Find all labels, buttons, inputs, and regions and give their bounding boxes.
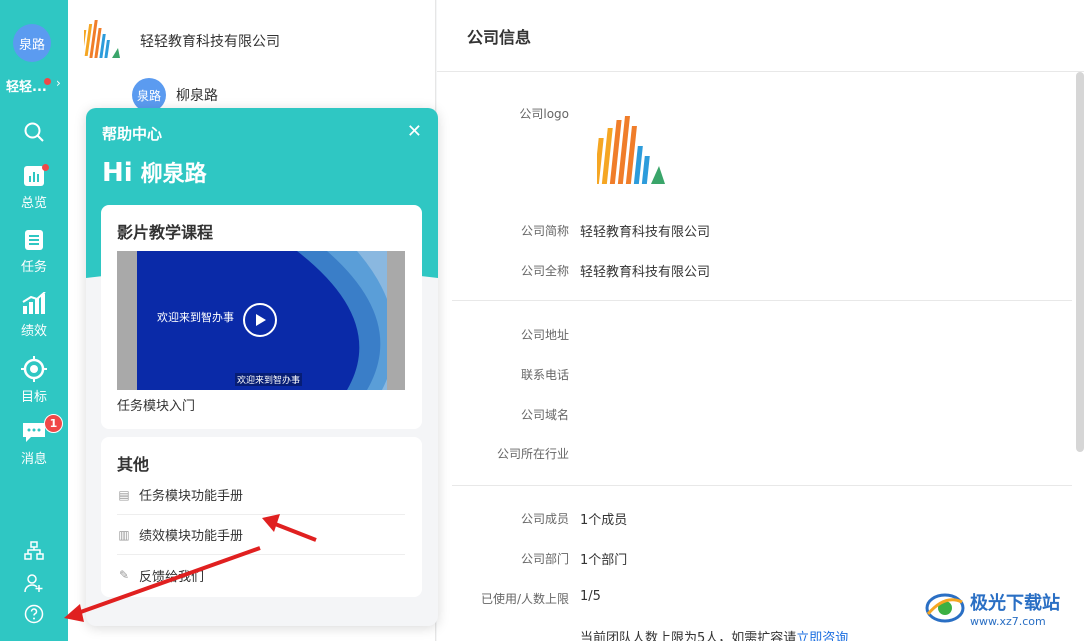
other-item-feedback[interactable]: ✎ 反馈给我们 xyxy=(117,555,405,595)
sidebar-item-label: 任务 xyxy=(20,260,47,275)
target-icon xyxy=(21,356,47,382)
other-item-label: 反馈给我们 xyxy=(139,569,205,585)
other-item-task-manual[interactable]: ▤ 任务模块功能手册 xyxy=(117,475,405,515)
video-thumbnail[interactable]: 欢迎来到智办事 欢迎来到智办事 xyxy=(117,251,405,390)
field-label-seat-limit: 已使用/人数上限 xyxy=(480,592,569,606)
other-item-performance-manual[interactable]: ▥ 绩效模块功能手册 xyxy=(117,515,405,555)
field-value-departments: 1个部门 xyxy=(580,553,628,568)
field-value-full-name: 轻轻教育科技有限公司 xyxy=(580,265,711,280)
company-logo-icon xyxy=(84,20,120,58)
other-section-title: 其他 xyxy=(117,455,150,474)
field-label-address: 公司地址 xyxy=(520,328,569,342)
company-row[interactable] xyxy=(84,18,120,60)
workspace-notification-dot xyxy=(44,78,51,85)
close-icon[interactable]: ✕ xyxy=(407,123,422,141)
search-icon xyxy=(24,122,44,142)
watermark: 极光下载站 www.xz7.com xyxy=(924,588,1060,628)
sidebar-item-search[interactable] xyxy=(0,120,68,144)
add-member-icon xyxy=(24,574,43,593)
user-avatar[interactable]: 泉路 xyxy=(13,24,51,62)
scrollbar[interactable] xyxy=(1076,72,1084,452)
company-name[interactable]: 轻轻教育科技有限公司 xyxy=(140,31,280,51)
sidebar-org-chart[interactable] xyxy=(0,541,68,561)
sidebar-add-member[interactable] xyxy=(0,573,68,593)
watermark-url: www.xz7.com xyxy=(970,614,1046,628)
field-label-members: 公司成员 xyxy=(520,512,569,526)
other-resources-card: 其他 ▤ 任务模块功能手册 ▥ 绩效模块功能手册 ✎ 反馈给我们 xyxy=(101,437,422,597)
sidebar-item-label: 绩效 xyxy=(20,324,47,339)
video-label[interactable]: 任务模块入门 xyxy=(117,395,195,414)
chart-icon: ▥ xyxy=(118,527,130,542)
seat-limit-note-text: 当前团队人数上限为5人，如需扩容请 xyxy=(580,631,797,641)
greeting-hi: Hi xyxy=(102,158,133,188)
field-label-logo: 公司logo xyxy=(519,107,569,121)
member-row[interactable]: 泉路 柳泉路 xyxy=(132,78,218,112)
consult-link[interactable]: 立即咨询 xyxy=(796,631,848,641)
sidebar-item-performance[interactable]: 绩效 xyxy=(0,292,68,339)
video-caption: 欢迎来到智办事 xyxy=(157,311,234,324)
watermark-name: 极光下载站 xyxy=(970,592,1060,614)
message-count-badge: 1 xyxy=(44,414,63,433)
help-center-popup: 帮助中心 ✕ Hi 柳泉路 影片教学课程 欢迎来到智办事 欢迎来到智办事 任务模块… xyxy=(86,108,438,626)
field-label-full-name: 公司全称 xyxy=(520,264,569,278)
field-value-members: 1个成员 xyxy=(580,513,628,528)
help-greeting: Hi 柳泉路 xyxy=(102,156,207,188)
company-logo-image[interactable] xyxy=(597,116,665,188)
member-name: 柳泉路 xyxy=(176,88,218,104)
field-label-industry: 公司所在行业 xyxy=(496,447,569,461)
sidebar-item-overview[interactable]: 总览 xyxy=(0,164,68,211)
field-label-phone: 联系电话 xyxy=(520,368,569,382)
help-icon xyxy=(24,604,44,624)
help-title: 帮助中心 xyxy=(102,125,163,143)
greeting-user-name: 柳泉路 xyxy=(140,162,207,187)
other-item-label: 任务模块功能手册 xyxy=(139,489,244,504)
workspace-name[interactable]: 轻轻... xyxy=(6,76,47,95)
sidebar-item-label: 目标 xyxy=(20,390,47,405)
header-divider xyxy=(437,71,1084,72)
sidebar-item-label: 总览 xyxy=(20,196,47,211)
task-icon xyxy=(25,230,43,250)
member-avatar: 泉路 xyxy=(132,78,166,112)
sidebar-item-message[interactable]: 1 消息 xyxy=(0,414,68,467)
page-title: 公司信息 xyxy=(467,28,532,47)
field-value-seat-limit: 1/5 xyxy=(580,589,601,604)
video-course-card: 影片教学课程 欢迎来到智办事 欢迎来到智办事 任务模块入门 xyxy=(101,205,422,429)
field-label-domain: 公司域名 xyxy=(520,408,569,422)
left-sidebar: 泉路 轻轻... › 总览 任务 绩效 目标 1 消息 xyxy=(0,0,68,641)
watermark-logo-icon xyxy=(925,593,965,623)
company-info-panel: 公司信息 公司logo 公司简称 轻轻教育科技有限公司 公司全称 轻轻教育科技有… xyxy=(437,0,1084,641)
section-divider xyxy=(452,485,1072,486)
sidebar-item-label: 消息 xyxy=(20,452,47,467)
chevron-right-icon[interactable]: › xyxy=(56,76,61,90)
performance-icon xyxy=(22,292,46,314)
play-icon[interactable] xyxy=(243,303,277,337)
sidebar-help[interactable] xyxy=(0,604,68,624)
field-label-departments: 公司部门 xyxy=(520,552,569,566)
video-subtitle: 欢迎来到智办事 xyxy=(235,373,303,386)
seat-limit-note: 当前团队人数上限为5人，如需扩容请立即咨询 xyxy=(580,627,848,641)
pencil-icon: ✎ xyxy=(118,568,130,582)
section-divider xyxy=(452,300,1072,301)
video-section-title: 影片教学课程 xyxy=(117,223,214,242)
overview-notification-dot xyxy=(42,164,49,171)
sidebar-item-target[interactable]: 目标 xyxy=(0,356,68,405)
org-chart-icon xyxy=(24,541,44,560)
field-label-short-name: 公司简称 xyxy=(520,224,569,238)
other-item-label: 绩效模块功能手册 xyxy=(139,529,244,544)
document-icon: ▤ xyxy=(118,487,130,502)
sidebar-item-task[interactable]: 任务 xyxy=(0,228,68,275)
field-value-short-name: 轻轻教育科技有限公司 xyxy=(580,225,711,240)
